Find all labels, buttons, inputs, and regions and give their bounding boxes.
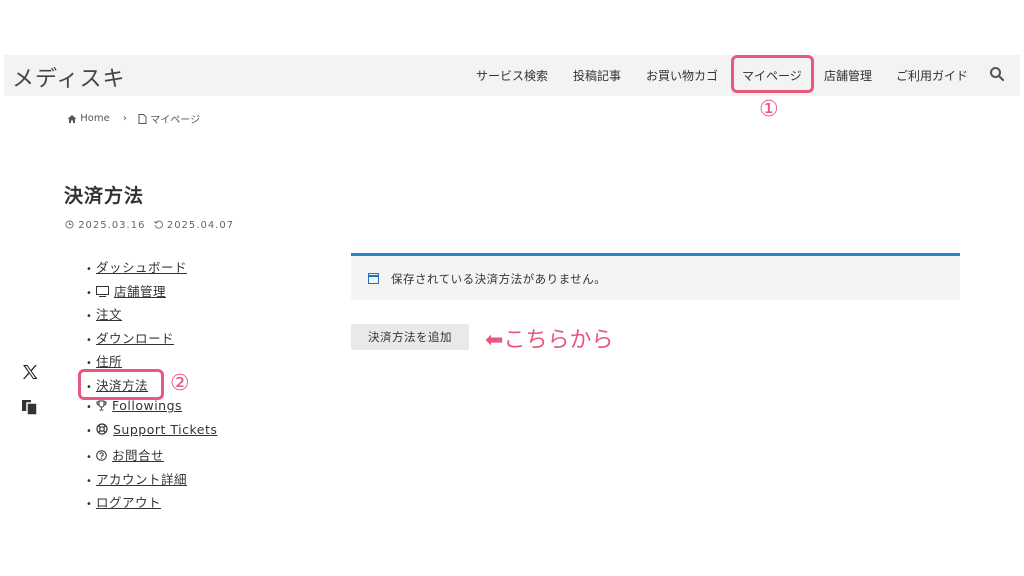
nav-guide[interactable]: ご利用ガイド bbox=[896, 67, 968, 84]
left-arrow-icon: ⬅ bbox=[485, 328, 504, 353]
site-header: メディスキ サービス検索 投稿記事 お買い物カゴ マイページ 店舗管理 ご利用ガ… bbox=[4, 55, 1020, 96]
main-nav: サービス検索 投稿記事 お買い物カゴ マイページ 店舗管理 ご利用ガイド bbox=[4, 55, 1020, 96]
menu-item-followings: • Followings bbox=[86, 398, 183, 413]
menu-item-store-management: • 店舗管理 bbox=[86, 283, 167, 299]
mypage-highlight bbox=[731, 55, 814, 93]
menu-link-followings[interactable]: Followings bbox=[96, 398, 182, 413]
menu-item-orders: • 注文 bbox=[86, 307, 123, 322]
clock-icon bbox=[65, 220, 74, 229]
menu-link-dashboard[interactable]: ダッシュボード bbox=[96, 260, 187, 275]
published-date: 2025.03.16 bbox=[78, 220, 146, 231]
add-payment-method-button[interactable]: 決済方法を追加 bbox=[351, 324, 469, 350]
page-icon bbox=[138, 113, 147, 124]
question-icon bbox=[96, 450, 107, 461]
monitor-icon bbox=[96, 285, 109, 297]
notice-text: 保存されている決済方法がありません。 bbox=[391, 272, 607, 286]
copy-link-icon[interactable] bbox=[20, 397, 40, 417]
page-title: 決済方法 bbox=[64, 185, 145, 207]
post-dates: 2025.03.16 2025.04.07 bbox=[65, 220, 234, 231]
breadcrumb-separator: › bbox=[122, 113, 127, 124]
step2-marker: ② bbox=[170, 371, 190, 396]
nav-service-search[interactable]: サービス検索 bbox=[476, 67, 548, 84]
hint-text: こちらから bbox=[503, 328, 614, 353]
window-icon bbox=[368, 273, 379, 284]
menu-item-dashboard: • ダッシュボード bbox=[86, 260, 188, 275]
menu-item-contact: • お問合せ bbox=[86, 448, 165, 463]
lifebuoy-icon bbox=[96, 422, 108, 435]
trophy-icon bbox=[96, 400, 107, 411]
menu-link-orders[interactable]: 注文 bbox=[96, 307, 122, 322]
menu-link-contact[interactable]: お問合せ bbox=[96, 448, 164, 463]
menu-item-account-details: • アカウント詳細 bbox=[86, 471, 188, 487]
menu-item-logout: • ログアウト bbox=[86, 495, 162, 510]
breadcrumb-home[interactable]: Home bbox=[80, 113, 110, 124]
modified-date: 2025.04.07 bbox=[166, 220, 235, 231]
breadcrumb-current: マイページ bbox=[150, 115, 201, 126]
menu-link-account-details[interactable]: アカウント詳細 bbox=[96, 472, 187, 487]
search-icon[interactable] bbox=[989, 66, 1005, 82]
menu-link-downloads[interactable]: ダウンロード bbox=[96, 331, 174, 346]
nav-store-management[interactable]: 店舗管理 bbox=[824, 67, 872, 84]
home-icon bbox=[67, 114, 77, 123]
step1-marker: ① bbox=[759, 97, 779, 122]
update-icon bbox=[153, 220, 163, 229]
menu-link-store-management[interactable]: 店舗管理 bbox=[96, 284, 166, 299]
breadcrumb: Home › マイページ bbox=[67, 111, 200, 126]
x-share-icon[interactable] bbox=[20, 362, 40, 382]
nav-posts[interactable]: 投稿記事 bbox=[573, 67, 621, 84]
menu-link-logout[interactable]: ログアウト bbox=[96, 495, 161, 510]
menu-item-support-tickets: • Support Tickets bbox=[86, 421, 218, 437]
menu-item-downloads: • ダウンロード bbox=[86, 330, 175, 346]
payment-methods-highlight bbox=[78, 369, 164, 400]
hint-annotation: ⬅こちらから bbox=[485, 322, 613, 354]
menu-link-address[interactable]: 住所 bbox=[96, 354, 122, 369]
no-payment-methods-notice: 保存されている決済方法がありません。 bbox=[351, 253, 960, 300]
menu-link-support-tickets[interactable]: Support Tickets bbox=[96, 422, 217, 437]
nav-cart[interactable]: お買い物カゴ bbox=[646, 67, 718, 84]
